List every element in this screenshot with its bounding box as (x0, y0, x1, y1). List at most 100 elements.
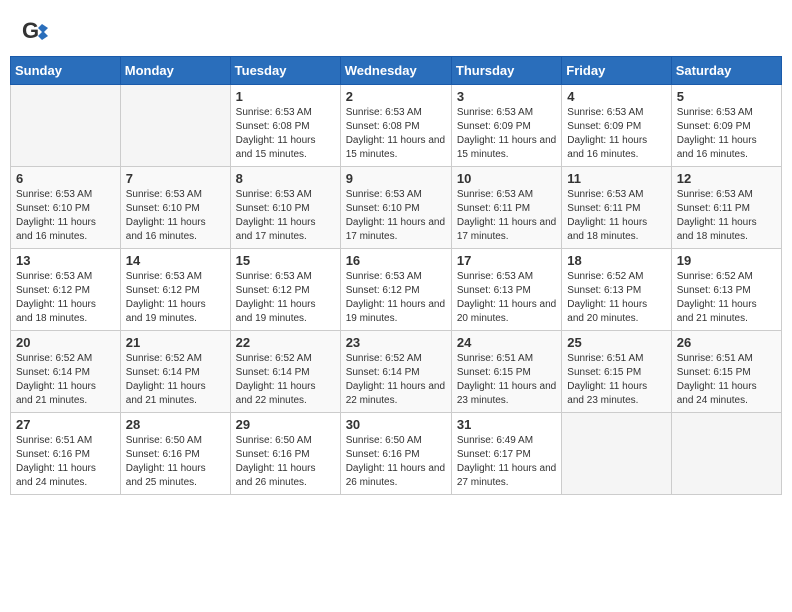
day-number: 26 (677, 335, 776, 350)
cell-info: Sunrise: 6:52 AM Sunset: 6:14 PM Dayligh… (16, 352, 115, 408)
day-number: 23 (346, 335, 446, 350)
day-number: 30 (346, 417, 446, 432)
calendar-cell: 8 Sunrise: 6:53 AM Sunset: 6:10 PM Daylig… (230, 167, 340, 249)
week-row-1: 1 Sunrise: 6:53 AM Sunset: 6:08 PM Daylig… (11, 85, 782, 167)
day-number: 12 (677, 171, 776, 186)
calendar-cell: 2 Sunrise: 6:53 AM Sunset: 6:08 PM Daylig… (340, 85, 451, 167)
cell-info: Sunrise: 6:51 AM Sunset: 6:15 PM Dayligh… (457, 352, 556, 408)
calendar-cell (11, 85, 121, 167)
cell-info: Sunrise: 6:51 AM Sunset: 6:15 PM Dayligh… (677, 352, 776, 408)
week-row-2: 6 Sunrise: 6:53 AM Sunset: 6:10 PM Daylig… (11, 167, 782, 249)
cell-info: Sunrise: 6:53 AM Sunset: 6:13 PM Dayligh… (457, 270, 556, 326)
calendar-cell: 17 Sunrise: 6:53 AM Sunset: 6:13 PM Dayli… (451, 249, 561, 331)
cell-info: Sunrise: 6:50 AM Sunset: 6:16 PM Dayligh… (346, 434, 446, 490)
calendar-cell: 23 Sunrise: 6:52 AM Sunset: 6:14 PM Dayli… (340, 331, 451, 413)
cell-info: Sunrise: 6:51 AM Sunset: 6:15 PM Dayligh… (567, 352, 665, 408)
weekday-header-thursday: Thursday (451, 57, 561, 85)
day-number: 21 (126, 335, 225, 350)
cell-info: Sunrise: 6:52 AM Sunset: 6:13 PM Dayligh… (677, 270, 776, 326)
calendar-cell (671, 413, 781, 495)
page-header: G (10, 10, 782, 50)
cell-info: Sunrise: 6:50 AM Sunset: 6:16 PM Dayligh… (236, 434, 335, 490)
day-number: 5 (677, 89, 776, 104)
weekday-header-monday: Monday (120, 57, 230, 85)
cell-info: Sunrise: 6:52 AM Sunset: 6:14 PM Dayligh… (126, 352, 225, 408)
cell-info: Sunrise: 6:53 AM Sunset: 6:12 PM Dayligh… (346, 270, 446, 326)
calendar-cell: 24 Sunrise: 6:51 AM Sunset: 6:15 PM Dayli… (451, 331, 561, 413)
day-number: 7 (126, 171, 225, 186)
day-number: 31 (457, 417, 556, 432)
calendar-cell: 10Sunrise: 6:53 AM Sunset: 6:11 PM Dayli… (451, 167, 561, 249)
day-number: 2 (346, 89, 446, 104)
day-number: 11 (567, 171, 665, 186)
day-number: 17 (457, 253, 556, 268)
calendar-cell: 21 Sunrise: 6:52 AM Sunset: 6:14 PM Dayli… (120, 331, 230, 413)
day-number: 8 (236, 171, 335, 186)
calendar-cell: 22 Sunrise: 6:52 AM Sunset: 6:14 PM Dayli… (230, 331, 340, 413)
week-row-3: 13 Sunrise: 6:53 AM Sunset: 6:12 PM Dayli… (11, 249, 782, 331)
day-number: 27 (16, 417, 115, 432)
calendar-cell: 9 Sunrise: 6:53 AM Sunset: 6:10 PM Daylig… (340, 167, 451, 249)
cell-info: Sunrise: 6:53 AM Sunset: 6:10 PM Dayligh… (236, 188, 335, 244)
weekday-header-row: SundayMondayTuesdayWednesdayThursdayFrid… (11, 57, 782, 85)
calendar-cell: 14 Sunrise: 6:53 AM Sunset: 6:12 PM Dayli… (120, 249, 230, 331)
calendar-table: SundayMondayTuesdayWednesdayThursdayFrid… (10, 56, 782, 495)
cell-info: Sunrise: 6:53 AM Sunset: 6:10 PM Dayligh… (346, 188, 446, 244)
calendar-cell: 12 Sunrise: 6:53 AM Sunset: 6:11 PM Dayli… (671, 167, 781, 249)
cell-info: Sunrise: 6:53 AM Sunset: 6:12 PM Dayligh… (236, 270, 335, 326)
calendar-cell (120, 85, 230, 167)
cell-info: Sunrise: 6:53 AM Sunset: 6:11 PM Dayligh… (567, 188, 665, 244)
day-number: 9 (346, 171, 446, 186)
day-number: 24 (457, 335, 556, 350)
cell-info: Sunrise: 6:53 AM Sunset: 6:12 PM Dayligh… (126, 270, 225, 326)
day-number: 1 (236, 89, 335, 104)
logo-icon: G (20, 18, 48, 46)
cell-info: Sunrise: 6:53 AM Sunset: 6:11 PM Dayligh… (677, 188, 776, 244)
day-number: 16 (346, 253, 446, 268)
calendar-cell: 28Sunrise: 6:50 AM Sunset: 6:16 PM Dayli… (120, 413, 230, 495)
cell-info: Sunrise: 6:53 AM Sunset: 6:10 PM Dayligh… (126, 188, 225, 244)
calendar-cell: 31Sunrise: 6:49 AM Sunset: 6:17 PM Dayli… (451, 413, 561, 495)
calendar-cell: 15 Sunrise: 6:53 AM Sunset: 6:12 PM Dayli… (230, 249, 340, 331)
calendar-cell: 27 Sunrise: 6:51 AM Sunset: 6:16 PM Dayli… (11, 413, 121, 495)
calendar-cell: 25Sunrise: 6:51 AM Sunset: 6:15 PM Dayli… (562, 331, 671, 413)
cell-info: Sunrise: 6:53 AM Sunset: 6:09 PM Dayligh… (567, 106, 665, 162)
cell-info: Sunrise: 6:53 AM Sunset: 6:10 PM Dayligh… (16, 188, 115, 244)
week-row-5: 27 Sunrise: 6:51 AM Sunset: 6:16 PM Dayli… (11, 413, 782, 495)
weekday-header-friday: Friday (562, 57, 671, 85)
cell-info: Sunrise: 6:53 AM Sunset: 6:09 PM Dayligh… (677, 106, 776, 162)
day-number: 13 (16, 253, 115, 268)
cell-info: Sunrise: 6:52 AM Sunset: 6:13 PM Dayligh… (567, 270, 665, 326)
weekday-header-wednesday: Wednesday (340, 57, 451, 85)
calendar-cell: 16 Sunrise: 6:53 AM Sunset: 6:12 PM Dayli… (340, 249, 451, 331)
day-number: 28 (126, 417, 225, 432)
calendar-cell: 30 Sunrise: 6:50 AM Sunset: 6:16 PM Dayli… (340, 413, 451, 495)
weekday-header-sunday: Sunday (11, 57, 121, 85)
cell-info: Sunrise: 6:53 AM Sunset: 6:09 PM Dayligh… (457, 106, 556, 162)
cell-info: Sunrise: 6:53 AM Sunset: 6:08 PM Dayligh… (236, 106, 335, 162)
cell-info: Sunrise: 6:52 AM Sunset: 6:14 PM Dayligh… (236, 352, 335, 408)
day-number: 14 (126, 253, 225, 268)
day-number: 15 (236, 253, 335, 268)
day-number: 29 (236, 417, 335, 432)
weekday-header-saturday: Saturday (671, 57, 781, 85)
cell-info: Sunrise: 6:51 AM Sunset: 6:16 PM Dayligh… (16, 434, 115, 490)
calendar-cell: 19 Sunrise: 6:52 AM Sunset: 6:13 PM Dayli… (671, 249, 781, 331)
svg-text:G: G (22, 18, 39, 43)
cell-info: Sunrise: 6:52 AM Sunset: 6:14 PM Dayligh… (346, 352, 446, 408)
calendar-cell: 4Sunrise: 6:53 AM Sunset: 6:09 PM Daylig… (562, 85, 671, 167)
calendar-cell: 20 Sunrise: 6:52 AM Sunset: 6:14 PM Dayli… (11, 331, 121, 413)
calendar-cell: 18Sunrise: 6:52 AM Sunset: 6:13 PM Dayli… (562, 249, 671, 331)
calendar-cell: 3Sunrise: 6:53 AM Sunset: 6:09 PM Daylig… (451, 85, 561, 167)
day-number: 6 (16, 171, 115, 186)
week-row-4: 20 Sunrise: 6:52 AM Sunset: 6:14 PM Dayli… (11, 331, 782, 413)
day-number: 19 (677, 253, 776, 268)
calendar-cell: 26 Sunrise: 6:51 AM Sunset: 6:15 PM Dayli… (671, 331, 781, 413)
calendar-cell: 11 Sunrise: 6:53 AM Sunset: 6:11 PM Dayli… (562, 167, 671, 249)
cell-info: Sunrise: 6:53 AM Sunset: 6:08 PM Dayligh… (346, 106, 446, 162)
calendar-cell: 7 Sunrise: 6:53 AM Sunset: 6:10 PM Daylig… (120, 167, 230, 249)
day-number: 20 (16, 335, 115, 350)
day-number: 10 (457, 171, 556, 186)
calendar-cell: 13Sunrise: 6:53 AM Sunset: 6:12 PM Dayli… (11, 249, 121, 331)
day-number: 22 (236, 335, 335, 350)
